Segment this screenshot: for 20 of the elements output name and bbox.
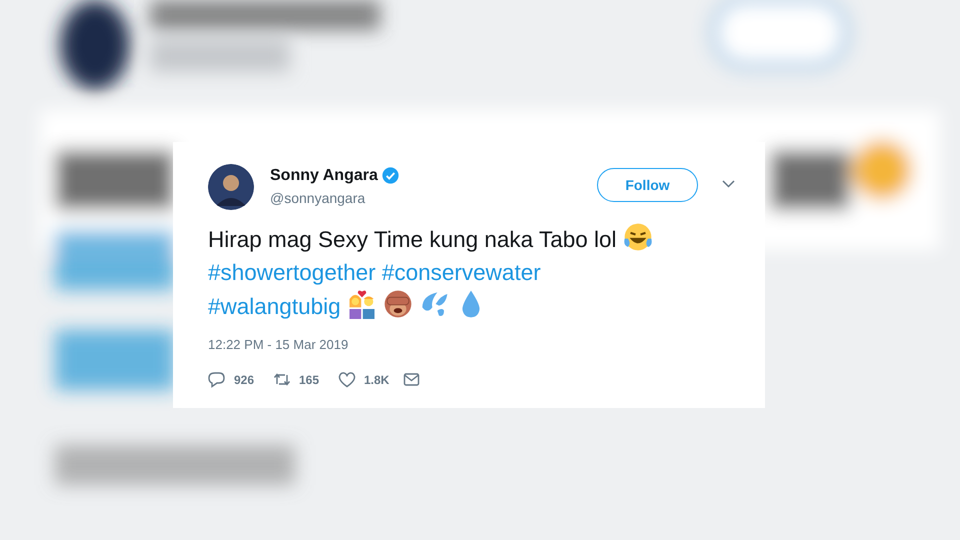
tweet-text: Hirap mag Sexy Time kung naka Tabo lol #showertogether #conservewater #walangtubig (208, 222, 735, 323)
timestamp[interactable]: 12:22 PM - 15 Mar 2019 (208, 335, 735, 354)
follow-button[interactable]: Follow (597, 168, 698, 202)
avatar[interactable] (208, 164, 254, 210)
action-count: 926 (234, 372, 254, 388)
hashtag-link[interactable]: #conservewater (382, 260, 541, 285)
action-count: 165 (299, 372, 320, 388)
author-handle[interactable]: @sonnyangara (270, 188, 597, 209)
reply-icon[interactable] (208, 371, 226, 388)
couple-icon (346, 289, 377, 319)
retweet-icon[interactable] (273, 371, 291, 388)
hashtag-link[interactable]: #walangtubig (208, 294, 341, 319)
heart-icon[interactable] (338, 371, 356, 388)
monkey-icon (383, 289, 414, 319)
hashtag-link[interactable]: #showertogether (208, 260, 376, 285)
author-name[interactable]: Sonny Angara (270, 164, 378, 188)
action-count: 1.8K (364, 372, 390, 388)
chevron-icon[interactable] (722, 180, 735, 188)
laughing-face-icon (622, 222, 653, 252)
mail-icon[interactable] (403, 371, 421, 388)
